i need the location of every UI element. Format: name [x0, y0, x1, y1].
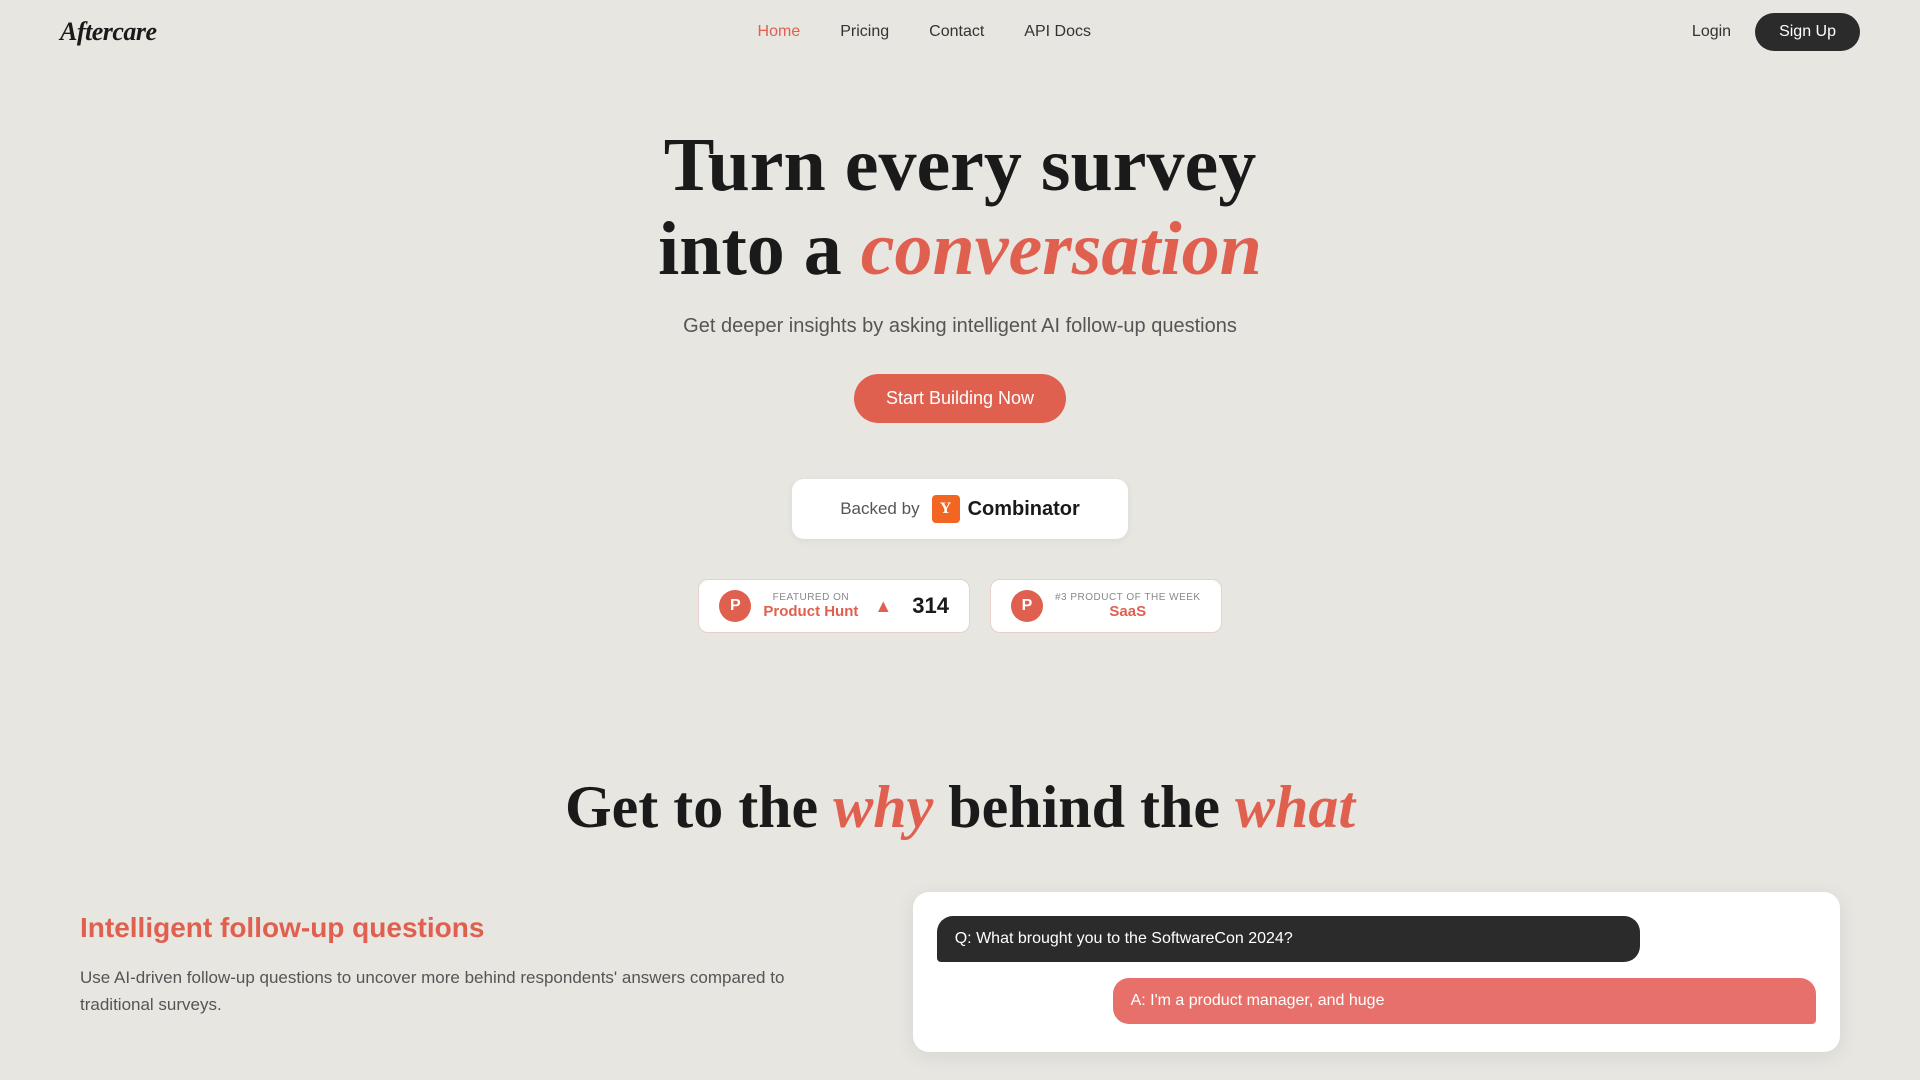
- nav-contact[interactable]: Contact: [929, 23, 984, 40]
- chat-question: Q: What brought you to the SoftwareCon 2…: [937, 916, 1640, 962]
- cta-button[interactable]: Start Building Now: [854, 374, 1066, 423]
- logo-text: Aftercare: [60, 17, 157, 46]
- feature-description: Intelligent follow-up questions Use AI-d…: [80, 892, 853, 1018]
- hero-title-italic: conversation: [861, 207, 1262, 291]
- logo[interactable]: Aftercare: [60, 17, 157, 47]
- login-link[interactable]: Login: [1692, 23, 1731, 41]
- nav-right: Login Sign Up: [1692, 13, 1860, 51]
- badge-count: 314: [912, 593, 949, 619]
- hero-title: Turn every survey into a conversation: [658, 124, 1262, 291]
- nav-home[interactable]: Home: [758, 23, 801, 40]
- badge-product-hunt-name: Product Hunt: [763, 603, 858, 620]
- signup-button[interactable]: Sign Up: [1755, 13, 1860, 51]
- backed-by-text: Backed by: [840, 499, 919, 519]
- title-prefix: Get to the: [565, 774, 833, 840]
- title-what: what: [1235, 774, 1355, 840]
- hero-section: Turn every survey into a conversation Ge…: [0, 64, 1920, 733]
- yc-name: Combinator: [968, 498, 1080, 521]
- badge-week-label: #3 PRODUCT OF THE WEEK: [1055, 592, 1201, 603]
- nav-api-docs[interactable]: API Docs: [1024, 23, 1091, 40]
- why-what-section: Get to the why behind the what Intellige…: [0, 733, 1920, 1072]
- section2-content: Intelligent follow-up questions Use AI-d…: [80, 892, 1840, 1052]
- product-hunt-icon: P: [719, 590, 751, 622]
- hero-subtitle: Get deeper insights by asking intelligen…: [683, 315, 1237, 338]
- saas-info: #3 PRODUCT OF THE WEEK SaaS: [1055, 592, 1201, 620]
- nav-pricing[interactable]: Pricing: [840, 23, 889, 40]
- title-middle: behind the: [933, 774, 1235, 840]
- chat-demo: Q: What brought you to the SoftwareCon 2…: [913, 892, 1840, 1052]
- badge-featured-label: FEATURED ON: [763, 592, 858, 603]
- backed-by-badge: Backed by Y Combinator: [792, 479, 1128, 539]
- title-why: why: [833, 774, 933, 840]
- product-hunt-info: FEATURED ON Product Hunt: [763, 592, 858, 620]
- saas-icon: P: [1011, 590, 1043, 622]
- section2-title: Get to the why behind the what: [80, 773, 1840, 842]
- product-hunt-badge[interactable]: P FEATURED ON Product Hunt ▲ 314: [698, 579, 970, 633]
- feature-title: Intelligent follow-up questions: [80, 912, 853, 944]
- hero-title-line2-prefix: into a: [658, 207, 861, 291]
- feature-body: Use AI-driven follow-up questions to unc…: [80, 964, 853, 1018]
- chat-answer: A: I'm a product manager, and huge: [1113, 978, 1816, 1024]
- yc-logo: Y Combinator: [932, 495, 1080, 523]
- award-badges: P FEATURED ON Product Hunt ▲ 314 P #3 PR…: [698, 579, 1221, 633]
- yc-icon: Y: [932, 495, 960, 523]
- navbar: Aftercare Home Pricing Contact API Docs …: [0, 0, 1920, 64]
- chat-window: Q: What brought you to the SoftwareCon 2…: [913, 892, 1840, 1052]
- hero-title-line1: Turn every survey: [664, 123, 1257, 207]
- upvote-arrow: ▲: [874, 596, 892, 617]
- badge-saas-name: SaaS: [1055, 603, 1201, 620]
- saas-badge[interactable]: P #3 PRODUCT OF THE WEEK SaaS: [990, 579, 1222, 633]
- nav-links: Home Pricing Contact API Docs: [758, 23, 1091, 41]
